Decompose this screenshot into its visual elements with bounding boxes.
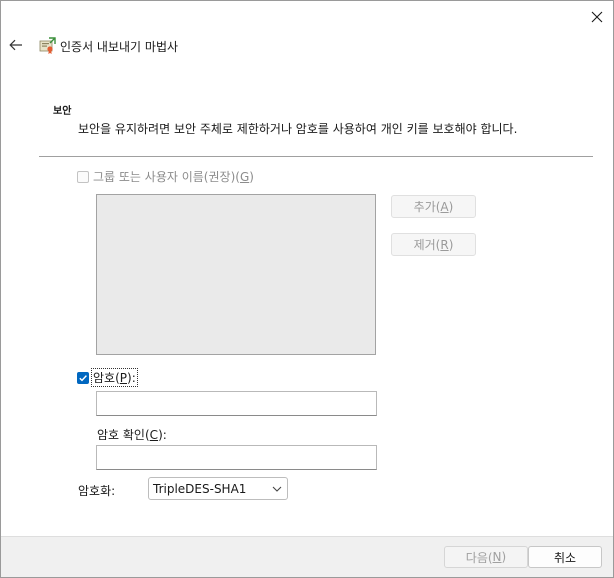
section-description: 보안을 유지하려면 보안 주체로 제한하거나 암호를 사용하여 개인 키를 보호…: [78, 122, 518, 136]
password-option[interactable]: 암호(P):: [77, 368, 138, 387]
password-label: 암호(P):: [91, 368, 138, 387]
encryption-selected-value: TripleDES-SHA1: [153, 481, 247, 496]
certificate-export-wizard-window: 인증서 내보내기 마법사 보안 보안을 유지하려면 보안 주체로 제한하거나 암…: [0, 0, 614, 578]
remove-button[interactable]: 제거(R): [391, 233, 476, 256]
certificate-wizard-icon: [38, 37, 56, 55]
confirm-password-label: 암호 확인(C):: [97, 428, 167, 442]
back-arrow-icon: [9, 39, 22, 51]
group-user-label: 그룹 또는 사용자 이름(권장)(G): [93, 170, 254, 184]
confirm-password-input[interactable]: [96, 445, 377, 470]
close-icon: [591, 11, 603, 23]
add-button[interactable]: 추가(A): [391, 195, 476, 218]
back-button[interactable]: [5, 34, 27, 56]
cancel-button[interactable]: 취소: [528, 546, 602, 568]
chevron-down-icon: [272, 486, 282, 492]
group-user-checkbox[interactable]: [77, 170, 89, 183]
password-checkbox[interactable]: [77, 371, 89, 384]
close-button[interactable]: [581, 3, 613, 31]
header-divider: [39, 156, 593, 157]
next-button[interactable]: 다음(N): [444, 546, 528, 568]
checkmark-icon: [79, 374, 87, 381]
section-heading: 보안: [53, 106, 72, 117]
wizard-title: 인증서 내보내기 마법사: [60, 40, 179, 54]
group-user-option[interactable]: 그룹 또는 사용자 이름(권장)(G): [77, 168, 254, 185]
encryption-select[interactable]: TripleDES-SHA1: [148, 477, 288, 500]
password-input[interactable]: [96, 391, 377, 416]
encryption-label: 암호화:: [78, 484, 116, 498]
principal-listbox[interactable]: [96, 194, 376, 355]
